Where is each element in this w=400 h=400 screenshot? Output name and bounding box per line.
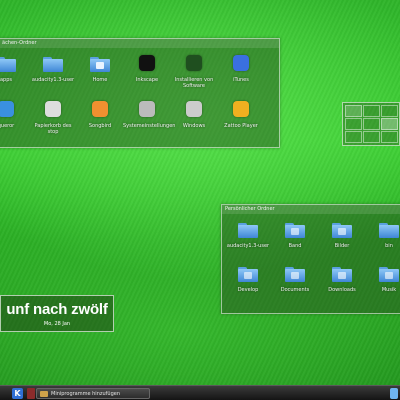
pager-desktop-3[interactable]	[381, 105, 398, 117]
pager-desktop-8[interactable]	[363, 131, 380, 143]
home-folder-icon	[88, 52, 112, 74]
desktop-folder-view[interactable]: ächen-Ordner apps audacity1.3-user Home Ink…	[0, 38, 280, 148]
personal-folder-item-label: Documents	[280, 287, 310, 293]
music-folder-icon	[377, 262, 400, 284]
desktop-folder-item-label: Home	[92, 77, 108, 83]
desktop-folder-item-label: apps	[0, 77, 13, 83]
desktop-folder-item[interactable]: Installieren von Software	[170, 52, 218, 89]
personal-folder-item-label: Bilder	[334, 243, 350, 249]
pager-desktop-7[interactable]	[345, 131, 362, 143]
pictures-folder-icon	[330, 218, 354, 240]
personal-folder-view[interactable]: Persönlicher Ordner audacity1.3-user Band…	[221, 204, 400, 314]
desktop-folder-item[interactable]: Inkscape	[123, 52, 171, 83]
personal-folder-item[interactable]: Develop	[224, 262, 272, 293]
personal-folder-item-label: audacity1.3-user	[226, 243, 270, 249]
desktop-folder-item[interactable]: Zattoo Player	[217, 98, 265, 129]
songbird-icon	[88, 98, 112, 120]
virtual-desktop-pager[interactable]	[342, 102, 400, 146]
personal-folder-item-label: Downloads	[328, 287, 356, 293]
pager-desktop-4[interactable]	[345, 118, 362, 130]
desktop-folder-item-label: iTunes	[233, 77, 249, 83]
desktop-folder-item-label: audacity1.3-user	[31, 77, 75, 83]
personal-folder-item[interactable]: Documents	[271, 262, 319, 293]
personal-folder-item[interactable]: Bilder	[318, 218, 366, 249]
desktop-folder-item-label: Zattoo Player	[224, 123, 258, 129]
clock-time: unf nach zwölf	[6, 301, 108, 318]
desktop-folder-item[interactable]: Systemeinstellungen	[123, 98, 176, 129]
folder-icon	[41, 52, 65, 74]
personal-folder-item-label: Band	[288, 243, 302, 249]
pager-desktop-9[interactable]	[381, 131, 398, 143]
desktop-folder-item[interactable]: Home	[76, 52, 124, 83]
desktop-folder-item-label: Systemeinstellungen	[123, 123, 176, 129]
pager-desktop-1[interactable]	[345, 105, 362, 117]
folder-icon	[377, 218, 400, 240]
music-folder-icon	[283, 218, 307, 240]
taskbar-panel: K Miniprogramme hinzufügen	[0, 385, 400, 400]
fuzzy-clock-widget[interactable]: unf nach zwölf Mo, 28 Jan	[0, 295, 114, 332]
personal-folder-item-label: Musik	[381, 287, 397, 293]
personal-folder-item[interactable]: audacity1.3-user	[224, 218, 272, 249]
personal-folder-item[interactable]: Downloads	[318, 262, 366, 293]
clock-date: Mo, 28 Jan	[43, 321, 71, 327]
pager-desktop-2[interactable]	[363, 105, 380, 117]
personal-folder-item-label: bin	[385, 243, 393, 249]
desktop-folder-item-label: Inkscape	[135, 77, 159, 83]
desktop-folder-item-label: Installieren von Software	[174, 77, 214, 89]
personal-folder-title: Persönlicher Ordner	[222, 205, 400, 214]
itunes-icon	[229, 52, 253, 74]
zattoo-tv-icon	[229, 98, 253, 120]
personal-folder-item[interactable]: Musik	[365, 262, 400, 293]
desktop-folder-item-label: queror	[0, 123, 15, 129]
inkscape-icon	[135, 52, 159, 74]
system-tray-icon[interactable]	[390, 388, 398, 399]
desktop-folder-item[interactable]: iTunes	[217, 52, 265, 83]
system-settings-icon	[135, 98, 159, 120]
personal-folder-item[interactable]: Band	[271, 218, 319, 249]
folder-icon	[236, 218, 260, 240]
downloads-folder-icon	[330, 262, 354, 284]
folder-icon	[0, 52, 18, 74]
personal-folder-item-label: Develop	[237, 287, 259, 293]
documents-folder-icon	[283, 262, 307, 284]
add-widgets-label: Miniprogramme hinzufügen	[51, 391, 121, 397]
desktop-folder-title: ächen-Ordner	[0, 39, 279, 48]
desktop-folder-item-label: Songbird	[88, 123, 112, 129]
desktop-folder-item[interactable]: Papierkorb des stop	[29, 98, 77, 135]
drive-icon	[182, 98, 206, 120]
pager-desktop-5[interactable]	[363, 118, 380, 130]
add-widgets-task-button[interactable]: Miniprogramme hinzufügen	[36, 388, 150, 399]
widgets-icon	[40, 391, 48, 397]
software-install-icon	[182, 52, 206, 74]
desktop-folder-item[interactable]: apps	[0, 52, 30, 83]
konqueror-icon	[0, 98, 18, 120]
desktop-folder-item[interactable]: Songbird	[76, 98, 124, 129]
desktop-folder-item[interactable]: Windows	[170, 98, 218, 129]
desktop-folder-item[interactable]: queror	[0, 98, 30, 129]
desktop-folder-item[interactable]: audacity1.3-user	[29, 52, 77, 83]
kde-menu-button[interactable]: K	[12, 388, 23, 399]
show-desktop-icon[interactable]	[27, 388, 35, 399]
develop-folder-icon	[236, 262, 260, 284]
personal-folder-item[interactable]: bin	[365, 218, 400, 249]
desktop-folder-item-label: Windows	[182, 123, 206, 129]
pager-desktop-6[interactable]	[381, 118, 398, 130]
trash-icon	[41, 98, 65, 120]
desktop-folder-item-label: Papierkorb des stop	[34, 123, 72, 135]
